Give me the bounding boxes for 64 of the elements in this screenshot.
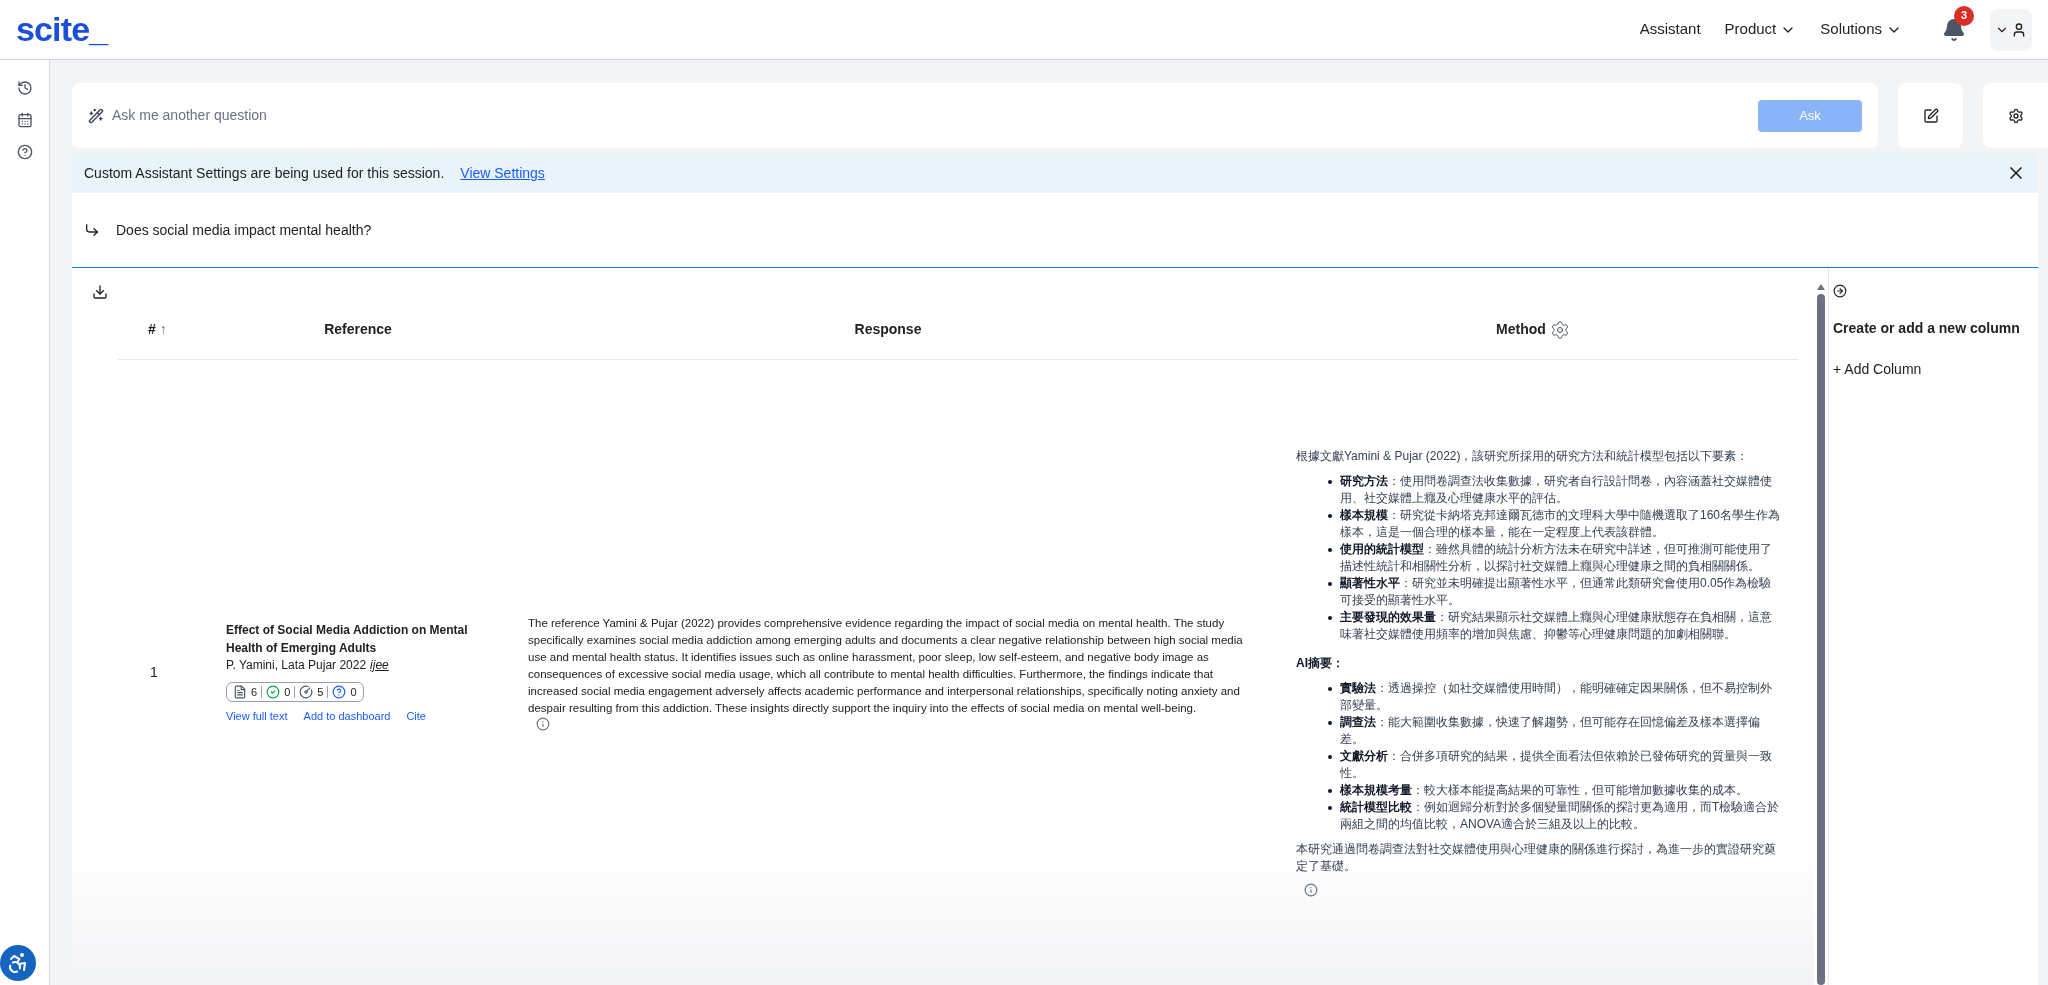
wand-icon	[88, 107, 104, 124]
column-header[interactable]: Reference	[324, 319, 392, 340]
corner-arrow-icon	[84, 222, 100, 238]
method-list-item: 樣本規模：研究從卡納塔克邦達爾瓦德市的文理科大學中隨機選取了160名學生作為樣本，這是一個合理的樣本量，能在一定程度上代表該群體。	[1340, 507, 1782, 541]
method-list-item: 統計模型比較：例如迴歸分析對於多個變量間關係的探討更為適用，而T檢驗適合於兩組之間的均值比較，ANOVA適合於三組及以上的比較。	[1340, 799, 1781, 833]
accessibility-icon[interactable]	[0, 945, 36, 981]
edit-button[interactable]	[1898, 83, 1963, 148]
method-list-item: 樣本規模考量：較大樣本能提高結果的可靠性，但可能增加數據收集的成本。	[1340, 782, 1748, 799]
column-header[interactable]: #	[148, 319, 156, 340]
method-paragraph: 根據文獻Yamini & Pujar (2022)，該研究所採用的研究方法和統計模型包括以下要素：	[1296, 448, 1750, 465]
tally-count: 6	[251, 684, 258, 700]
method-list-item: 使用的統計模型：雖然具體的統計分析方法未在研究中詳述，但可推測可能使用了描述性統計和相關性分析，以探討社交媒體上癮與心理健康之間的負相關關係。	[1340, 541, 1773, 575]
edit-icon	[1922, 107, 1939, 124]
user-icon	[2011, 21, 2027, 38]
reference-link[interactable]: Cite	[406, 707, 426, 725]
method-list-item: 調查法：能大範圍收集數據，快速了解趨勢，但可能存在回憶偏差及樣本選擇偏差。	[1340, 714, 1761, 748]
notification-badge: 3	[1954, 5, 1974, 26]
reference-link[interactable]: Add to dashboard	[303, 707, 391, 725]
info-icon[interactable]	[1304, 883, 1318, 897]
help-icon[interactable]	[16, 144, 33, 160]
method-paragraph: 本研究通過問卷調查法對社交媒體使用與心理健康的關係進行探討，為進一步的實證研究奠定了基礎。	[1296, 841, 1777, 875]
question-circle-icon	[332, 684, 347, 699]
journal-link[interactable]: ijee	[370, 656, 389, 674]
question-text: Does social media impact mental health?	[116, 220, 372, 240]
tally-count: 0	[284, 684, 291, 700]
nav-link[interactable]: Product	[1724, 18, 1797, 41]
method-list-item: 實驗法：透過操控（如社交媒體使用時間），能明確確定因果關係，但不易控制外部變量。	[1340, 680, 1773, 714]
add-column-button[interactable]: + Add Column	[1833, 359, 2038, 380]
column-header[interactable]: Response	[854, 319, 922, 340]
tally-count: 0	[350, 684, 357, 700]
bell-icon[interactable]	[1942, 17, 1966, 42]
account-menu-button[interactable]	[1990, 8, 2032, 51]
method-list-item: 研究方法：使用問卷調查法收集數據，研究者自行設計問卷，內容涵蓋社交媒體使用、社交媒體上癮及心理健康水平的評估。	[1340, 473, 1773, 507]
scrollbar-thumb[interactable]	[1817, 294, 1825, 985]
settings-icon[interactable]	[1549, 319, 1570, 340]
response-text: The reference Yamini & Pujar (2022) provides comprehensive evidence regarding the impact of social media on mental health. The study specifically examines social media addiction among emerging adults and documents a clear negative relationship between high social media use and mental health status. It identifies issues such as online harassment, poor sleep, low self-esteem, and negative body image as consequences of excessive social media usage, which all contribute to mental health difficulties. Furthermore, the findings indicate that increased social media engagement adversely affects academic performance and interpersonal relationships, specifically noting anxiety and despair resulting from this addiction. These insights directly support the inquiry into the effects of social media on mental well-being.	[528, 615, 1244, 716]
banner-text: Custom Assistant Settings are being used for this session.	[84, 163, 445, 183]
row-number: 1	[149, 663, 159, 682]
method-list-item: 顯著性水平：研究並未明確提出顯著性水平，但通常此類研究會使用0.05作為檢驗可接受的顯著性水平。	[1340, 575, 1773, 609]
column-header[interactable]: Method	[1496, 319, 1546, 340]
side-panel-title: Create or add a new column	[1833, 319, 2021, 338]
info-icon[interactable]	[536, 716, 550, 731]
settings-icon	[2007, 107, 2024, 124]
nav-link[interactable]: Solutions	[1820, 18, 1902, 41]
scroll-up-icon[interactable]	[1817, 284, 1825, 290]
arrow-circle-icon[interactable]	[1833, 284, 1847, 298]
reference-link[interactable]: View full text	[226, 707, 288, 725]
download-icon[interactable]	[92, 284, 108, 300]
settings-button[interactable]	[1983, 83, 2048, 148]
reference-authors: P. Yamini, Lata Pujar 2022	[226, 656, 367, 674]
method-list-item: 文獻分析：合併多項研究的結果，提供全面看法但依賴於已發佈研究的質量與一致性。	[1340, 748, 1773, 782]
method-list-item: 主要發現的效果量：研究結果顯示社交媒體上癮與心理健康狀態存在負相關，這意味著社交媒體使用頻率的增加與焦慮、抑鬱等心理健康問題的加劇相關聯。	[1340, 609, 1773, 643]
method-heading: AI摘要：	[1296, 655, 1345, 672]
sort-arrow[interactable]: ↑	[159, 319, 167, 340]
calendar-icon[interactable]	[16, 112, 33, 128]
nav-link[interactable]: Assistant	[1639, 18, 1701, 41]
check-circle-icon	[266, 684, 281, 699]
document-icon	[233, 684, 247, 699]
citation-tallies[interactable]: 6 0 5 0	[226, 681, 364, 702]
logo[interactable]: scite_	[16, 4, 108, 55]
tally-count: 5	[317, 684, 324, 700]
history-icon[interactable]	[16, 80, 33, 96]
dash-circle-icon	[299, 684, 314, 699]
view-settings-link[interactable]: View Settings	[460, 162, 545, 184]
